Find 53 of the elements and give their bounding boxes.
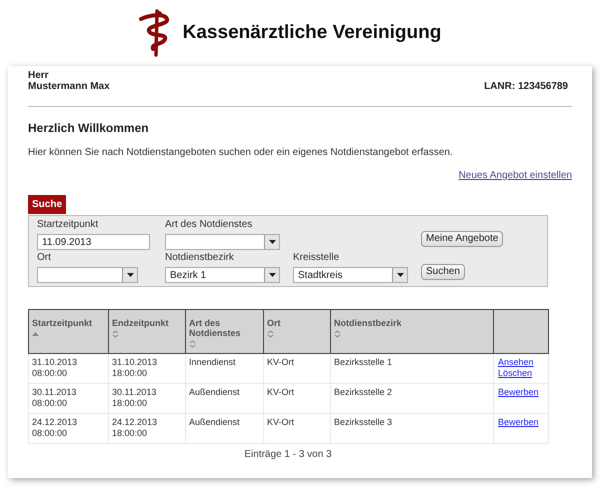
table-cell: 30.11.2013 08:00:00	[28, 384, 108, 414]
caret-icon	[126, 273, 134, 277]
dropdown-field[interactable]: Bezirk 1	[165, 267, 280, 283]
field-label: Notdienstbezirk	[165, 252, 235, 264]
lanr-label: LANR: 123456789	[484, 81, 569, 92]
column-header[interactable]: Art des Notdienstes	[186, 310, 264, 354]
dropdown-field[interactable]	[37, 267, 138, 283]
action-button[interactable]: Suchen	[421, 264, 465, 280]
action-link[interactable]: Ansehen	[498, 357, 534, 368]
sort-icon[interactable]	[334, 330, 341, 338]
dropdown-field[interactable]: Stadtkreis	[293, 267, 408, 283]
sort-ascending-icon[interactable]	[32, 332, 39, 336]
field-label: Ort	[37, 252, 52, 264]
caret-icon	[268, 240, 276, 244]
column-header[interactable]: Startzeitpunkt	[28, 310, 108, 354]
table-cell: 31.10.2013 18:00:00	[108, 354, 186, 384]
pagination-info: Einträge 1 - 3 von 3	[244, 448, 332, 462]
caret-icon	[396, 273, 404, 277]
brand-title: Kassenärztliche Vereinigung	[182, 20, 442, 45]
column-header[interactable]	[494, 310, 548, 354]
table-cell: Bezirksstelle 3	[330, 414, 494, 444]
column-header[interactable]: Ort	[264, 310, 330, 354]
table-cell: Außendienst	[186, 384, 264, 414]
caret-icon	[268, 273, 276, 277]
table-cell: KV-Ort	[264, 384, 330, 414]
column-header[interactable]: Endzeitpunkt	[108, 310, 186, 354]
column-header[interactable]: Notdienstbezirk	[330, 310, 494, 354]
table-cell: Außendienst	[186, 414, 264, 444]
sort-icon[interactable]	[189, 340, 196, 348]
action-button[interactable]: Meine Angebote	[421, 231, 504, 247]
sort-icon[interactable]	[112, 330, 119, 338]
date-input-field[interactable]: 11.09.2013	[37, 234, 150, 250]
table-cell: 31.10.2013 08:00:00	[28, 354, 108, 384]
salutation: Herr	[28, 70, 50, 81]
table-cell: 24.12.2013 18:00:00	[108, 414, 186, 444]
sort-icon[interactable]	[267, 330, 274, 338]
field-label: Art des Notdienstes	[165, 219, 254, 231]
field-label: Startzeitpunkt	[37, 219, 100, 231]
table-cell: 24.12.2013 08:00:00	[28, 414, 108, 444]
table-cell: Innendienst	[186, 354, 264, 384]
table-cell: 30.11.2013 18:00:00	[108, 384, 186, 414]
action-link[interactable]: Löschen	[498, 368, 532, 379]
dropdown-field[interactable]	[165, 234, 280, 250]
table-cell: KV-Ort	[264, 354, 330, 384]
new-offer-link[interactable]: Neues Angebot einstellen	[458, 168, 572, 183]
field-label: Kreisstelle	[293, 252, 340, 264]
search-tab[interactable]: Suche	[28, 195, 66, 214]
table-cell: Bezirksstelle 2	[330, 384, 494, 414]
table-cell: KV-Ort	[264, 414, 330, 444]
user-name: Mustermann Max	[28, 81, 110, 92]
table-cell: Bezirksstelle 1	[330, 354, 494, 384]
page-heading: Herzlich Willkommen	[28, 120, 150, 137]
intro-text: Hier können Sie nach Notdienstangeboten suchen oder ein eigenes Notdienstangebot erfassen.	[28, 146, 454, 160]
